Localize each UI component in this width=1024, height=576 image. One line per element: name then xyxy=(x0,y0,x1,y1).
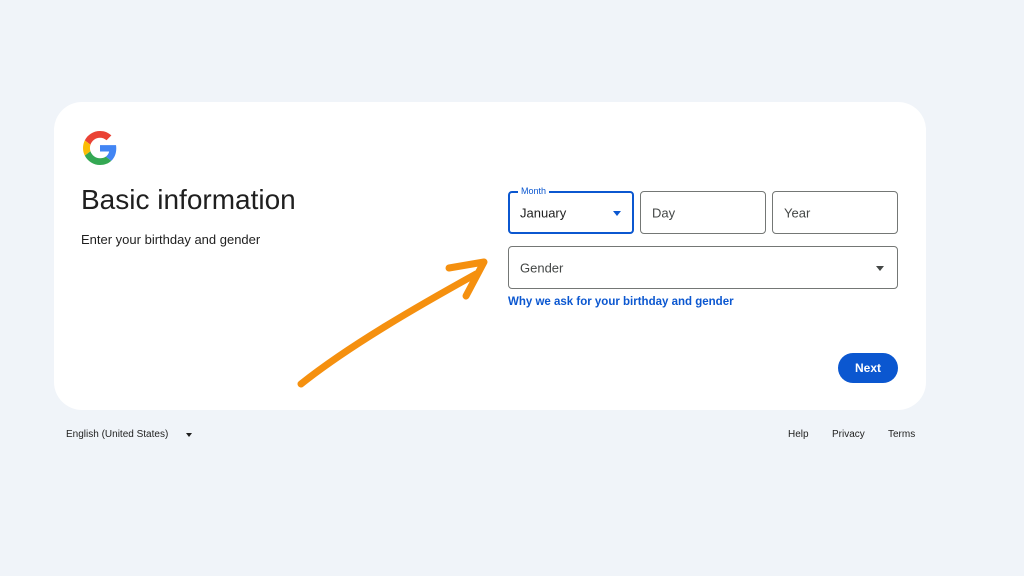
terms-link[interactable]: Terms xyxy=(888,429,915,440)
google-logo-icon xyxy=(83,131,117,165)
chevron-down-icon[interactable] xyxy=(186,433,192,437)
signup-card: Basic information Enter your birthday an… xyxy=(54,102,926,410)
gender-placeholder: Gender xyxy=(520,260,564,275)
month-label: Month xyxy=(518,185,550,197)
help-link[interactable]: Help xyxy=(788,429,809,440)
year-input[interactable]: Year xyxy=(772,191,898,234)
month-value: January xyxy=(520,205,567,220)
page-title: Basic information xyxy=(81,184,296,215)
language-selector[interactable]: English (United States) xyxy=(66,429,168,440)
chevron-down-icon xyxy=(876,265,884,271)
year-placeholder: Year xyxy=(784,205,811,220)
day-input[interactable]: Day xyxy=(640,191,766,234)
page-subtitle: Enter your birthday and gender xyxy=(81,232,261,247)
day-placeholder: Day xyxy=(652,205,676,220)
why-we-ask-link[interactable]: Why we ask for your birthday and gender xyxy=(508,296,734,308)
chevron-down-icon xyxy=(613,210,621,216)
privacy-link[interactable]: Privacy xyxy=(832,429,865,440)
gender-select[interactable]: Gender xyxy=(508,246,898,289)
month-select[interactable]: Month January xyxy=(508,185,634,234)
next-button[interactable]: Next xyxy=(838,353,898,383)
